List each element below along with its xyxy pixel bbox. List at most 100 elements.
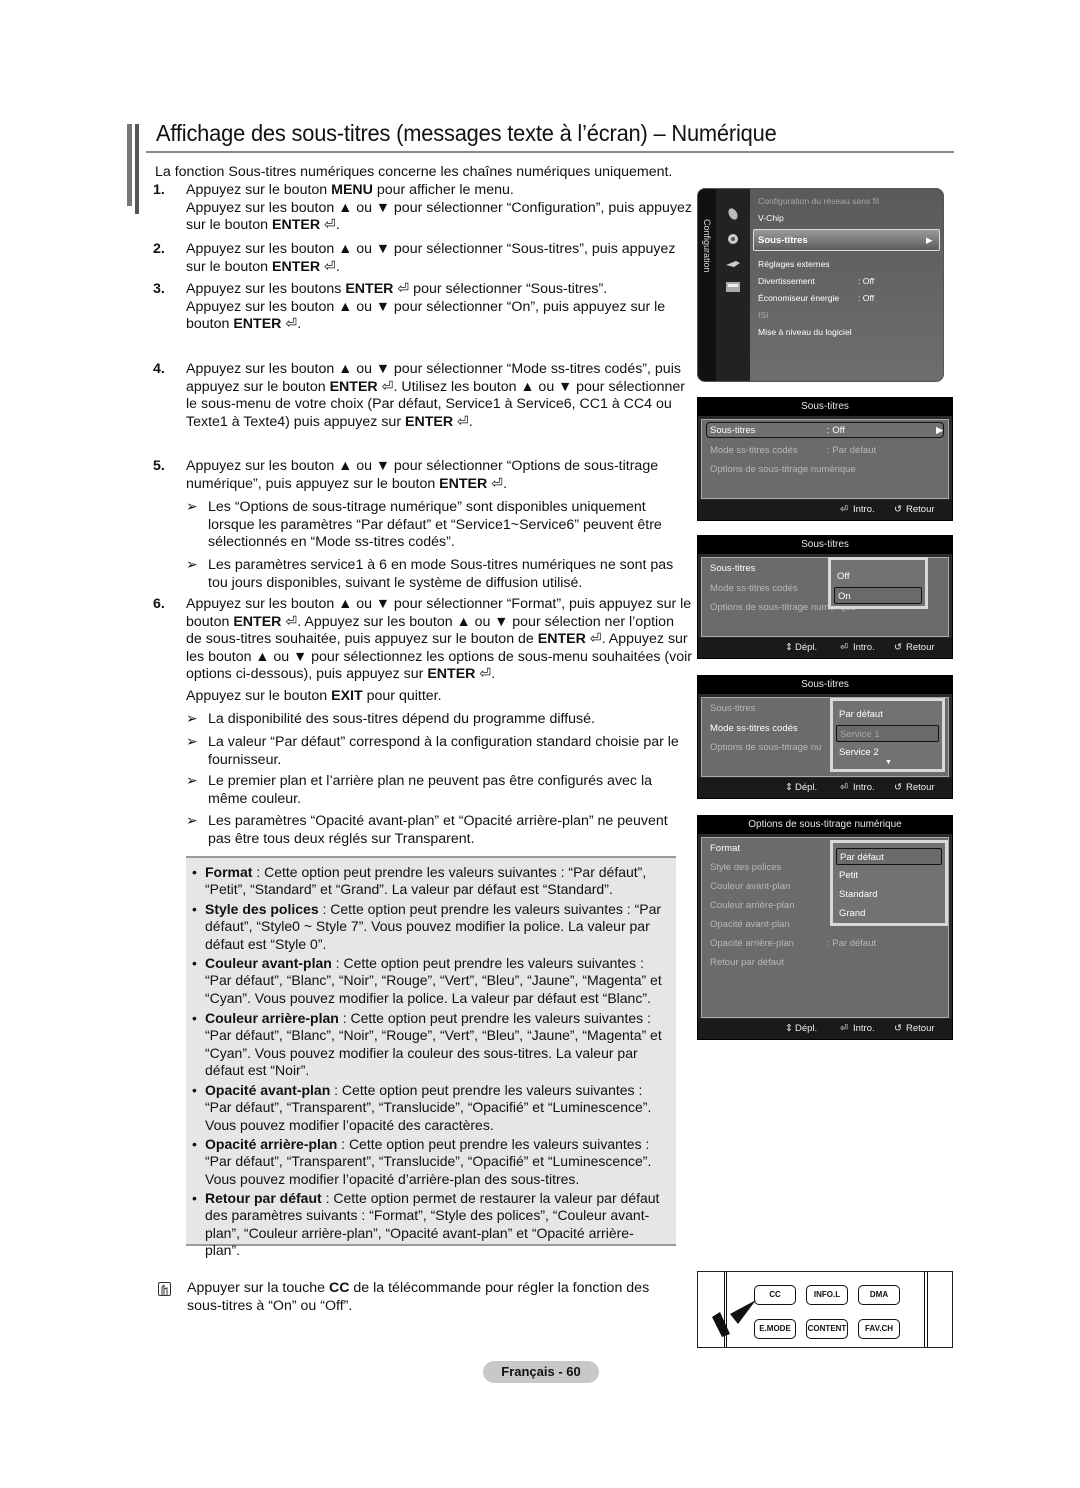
popup-option[interactable]: Grand (836, 905, 942, 922)
cc-note: Appuyer sur la touche CC de la télécomma… (187, 1280, 650, 1314)
row-sous-titres[interactable]: Sous-titres (710, 703, 755, 714)
move-icon: ⇕ (785, 782, 793, 793)
remote-control-illustration: CC INFO.L DMA E.MODE CONTENT FAV.CH (697, 1271, 953, 1348)
row-sous-titres[interactable]: Sous-titres (710, 563, 755, 574)
menu-item-sous-titres[interactable]: Sous-titres (758, 235, 808, 246)
return-icon: ↺ (894, 504, 902, 515)
row-couleur-avant[interactable]: Couleur avant-plan (710, 881, 790, 892)
step-2: 2. Appuyez sur les bouton ▲ ou ▼ pour sé… (153, 241, 693, 276)
row-mode[interactable]: Mode ss-titres codés (710, 723, 798, 734)
setup-menu-screen: Configuration Configuration du réseau sa… (697, 188, 944, 382)
mode-popup: Par défaut Service 1 Service 2 ▼ (830, 698, 945, 772)
screen-footer: ⏎ Intro. ↺ Retour (698, 500, 952, 520)
note: ➢ Les paramètres service1 à 6 en mode So… (186, 557, 674, 591)
row-sous-titres[interactable]: Sous-titres (710, 425, 755, 436)
footer-move-label[interactable]: Dépl. (795, 642, 817, 653)
remote-key-dma[interactable]: DMA (858, 1285, 900, 1305)
step-number: 6. (153, 596, 165, 612)
step-5: 5. Appuyez sur les bouton ▲ ou ▼ pour sé… (153, 458, 693, 493)
screen-body: Sous-titres : Off ▶ Mode ss-titres codés… (701, 419, 949, 499)
row-opacite-avant[interactable]: Opacité avant-plan (710, 919, 790, 930)
step-6: 6. Appuyez sur les bouton ▲ ou ▼ pour sé… (153, 596, 693, 684)
sous-titres-screen: Sous-titres Sous-titres : Off ▶ Mode ss-… (697, 397, 953, 521)
footer-enter-label[interactable]: Intro. (853, 1023, 875, 1034)
row-options[interactable]: Options de sous-titrage nu (710, 742, 821, 753)
submenu-arrow-icon: ▶ (926, 235, 933, 245)
setup-menu-list: Configuration du réseau sans fil V-Chip … (750, 189, 943, 381)
menu-item-reglages-externes[interactable]: Réglages externes (758, 259, 830, 269)
menu-item-divertissement[interactable]: Divertissement (758, 276, 815, 286)
row-couleur-arriere[interactable]: Couleur arrière-plan (710, 900, 794, 911)
row-opacite-arriere[interactable]: Opacité arrière-plan (710, 938, 794, 949)
options-sous-titrage-screen: Options de sous-titrage numérique Format… (697, 815, 953, 1040)
screen-footer: ⇕ Dépl. ⏎ Intro. ↺ Retour (698, 1019, 952, 1039)
option-couleur-arriere-plan: • Couleur arrière-plan : Cette option peu… (192, 1010, 662, 1079)
menu-item-wireless[interactable]: Configuration du réseau sans fil (758, 196, 879, 206)
row-mode[interactable]: Mode ss-titres codés (710, 583, 798, 594)
remote-key-info[interactable]: INFO.L (806, 1285, 848, 1305)
scroll-down-icon[interactable]: ▼ (885, 759, 892, 766)
step-number: 2. (153, 241, 165, 257)
menu-item-vchip[interactable]: V-Chip (758, 213, 784, 223)
row-format[interactable]: Format (710, 843, 740, 854)
enter-icon: ⏎ (840, 642, 848, 653)
menu-item-isi[interactable]: ISI (758, 310, 769, 320)
menu-item-economiseur[interactable]: Économiseur énergie (758, 293, 839, 303)
row-options[interactable]: Options de sous-titrage numérique (710, 464, 856, 475)
channel-icon (728, 208, 738, 220)
row-style-polices[interactable]: Style des polices (710, 862, 781, 873)
remote-key-content[interactable]: CONTENT (806, 1319, 848, 1339)
return-icon: ↺ (894, 1023, 902, 1034)
screen-title: Options de sous-titrage numérique (698, 816, 952, 834)
step-text: Appuyez sur les bouton ▲ ou ▼ pour sélec… (186, 458, 659, 492)
step-4: 4. Appuyez sur les bouton ▲ ou ▼ pour sé… (153, 361, 693, 431)
screen-title: Sous-titres (698, 398, 952, 416)
option-couleur-avant-plan: • Couleur avant-plan : Cette option peut … (192, 955, 662, 1006)
option-style-des-polices: • Style des polices : Cette option peut p… (192, 901, 662, 952)
application-icon (726, 282, 740, 292)
popup-option[interactable]: Standard (836, 886, 942, 903)
gear-icon (728, 234, 738, 244)
step-text: Appuyez sur les bouton ▲ ou ▼ pour sélec… (186, 361, 685, 430)
footer-return-label[interactable]: Retour (906, 1023, 935, 1034)
popup-option-selected[interactable]: Par défaut (836, 848, 942, 865)
mode-ss-titres-screen: Sous-titres Sous-titres Mode ss-titres c… (697, 675, 953, 799)
step-1: 1. Appuyez sur le bouton MENU pour affic… (153, 182, 693, 235)
popup-option-selected[interactable]: Service 1 (836, 725, 939, 742)
popup-option-on[interactable]: On (834, 587, 922, 604)
category-strip: Configuration (698, 189, 716, 381)
screen-body: Sous-titres Mode ss-titres codés Options… (701, 697, 949, 777)
popup-option-off[interactable]: Off (834, 568, 922, 585)
popup-option[interactable]: Par défaut (836, 706, 939, 723)
row-value: : Off (827, 425, 845, 436)
title-divider (146, 151, 954, 153)
pointer-arrow-icon (712, 1300, 756, 1337)
footer-move-label[interactable]: Dépl. (795, 1023, 817, 1034)
remote-edge-right (924, 1272, 928, 1347)
remote-key-emode[interactable]: E.MODE (754, 1319, 796, 1339)
footer-enter-label[interactable]: Intro. (853, 504, 875, 515)
menu-value: : Off (858, 293, 875, 303)
footer-return-label[interactable]: Retour (906, 642, 935, 653)
exit-instruction: Appuyez sur le bouton EXIT pour quitter. (186, 688, 442, 704)
footer-enter-label[interactable]: Intro. (853, 782, 875, 793)
popup-option[interactable]: Petit (836, 867, 942, 884)
remote-key-favch[interactable]: FAV.CH (858, 1319, 900, 1339)
remote-note-icon (158, 1282, 171, 1296)
footer-return-label[interactable]: Retour (906, 504, 935, 515)
step-3: 3. Appuyez sur les boutons ENTER ⏎ pour … (153, 281, 693, 334)
note: ➢ Les paramètres “Opacité avant-plan” et… (186, 813, 668, 847)
remote-key-cc[interactable]: CC (754, 1285, 796, 1305)
footer-move-label[interactable]: Dépl. (795, 782, 817, 793)
footer-enter-label[interactable]: Intro. (853, 642, 875, 653)
step-number: 3. (153, 281, 165, 297)
screen-title: Sous-titres (698, 536, 952, 554)
screen-title: Sous-titres (698, 676, 952, 694)
arrow-bullet-icon: ➢ (186, 557, 198, 573)
page-title: Affichage des sous-titres (messages text… (156, 120, 777, 146)
menu-item-mise-a-niveau[interactable]: Mise à niveau du logiciel (758, 327, 852, 337)
row-mode[interactable]: Mode ss-titres codés (710, 445, 798, 456)
footer-return-label[interactable]: Retour (906, 782, 935, 793)
return-icon: ↺ (894, 782, 902, 793)
row-retour-defaut[interactable]: Retour par défaut (710, 957, 784, 968)
